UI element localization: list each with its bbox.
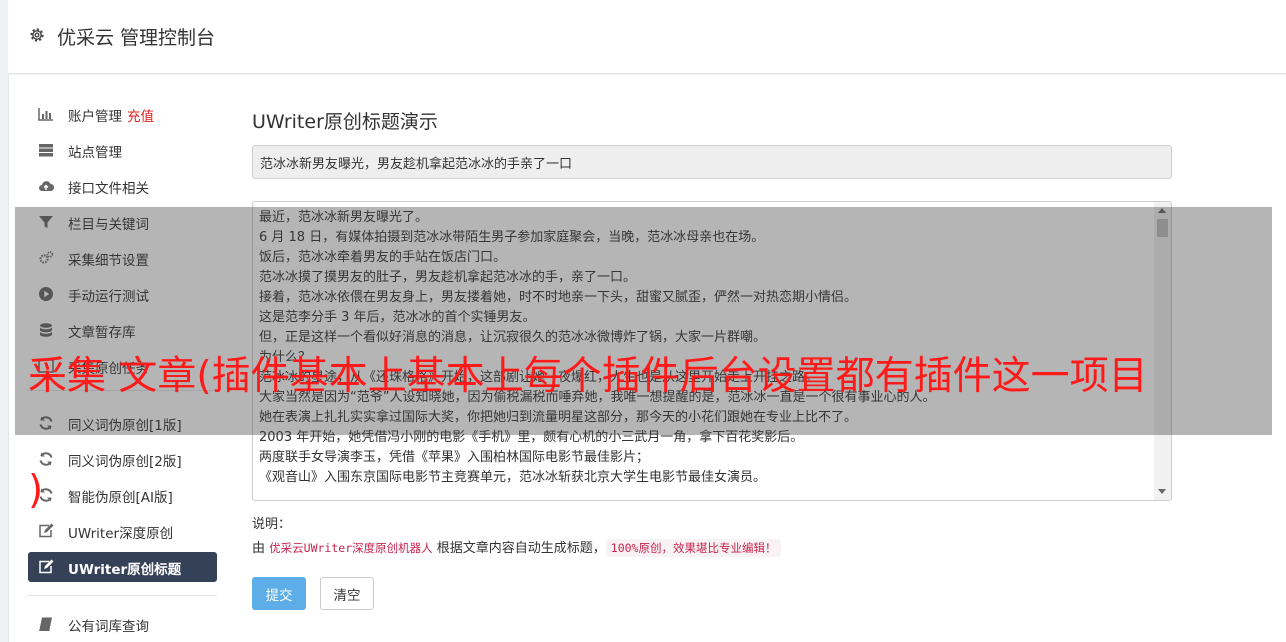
sidebar-item-public-lexicon[interactable]: 公有词库查询 — [28, 609, 217, 639]
note-label: 说明： — [252, 517, 292, 532]
sidebar-item-label: 采集细节设置 — [68, 253, 149, 269]
watermark-overlay-text: 采集 文章(插件基本上基本上每个插件后台设置都有插件这一项目 — [28, 354, 1148, 399]
sidebar-item-label: 同义词伪原创[2版] — [68, 454, 182, 470]
sidebar-item-article-store[interactable]: 文章暂存库 — [28, 315, 217, 345]
title-input[interactable] — [252, 145, 1172, 179]
note-prefix: 由 — [252, 541, 266, 556]
content-line: 饭后，范冰冰牵着男友的手站在饭店门口。 — [259, 250, 507, 265]
cogs-icon — [39, 251, 54, 264]
sidebar-item-label: UWriter深度原创 — [68, 526, 174, 542]
content-line: 这是范李分手 3 年后，范冰冰的首个实锤男友。 — [259, 310, 536, 325]
bar-chart-icon — [38, 108, 53, 121]
cloud-upload-icon — [39, 181, 54, 192]
content-line: 6 月 18 日，有媒体拍摄到范冰冰带陌生男子参加家庭聚会，当晚，范冰冰母亲也在… — [259, 230, 765, 245]
watermark-overlay-tail: ) — [28, 468, 44, 513]
sidebar-item-uwriter-deep[interactable]: UWriter深度原创 — [28, 516, 217, 546]
database-icon — [40, 323, 52, 337]
book-icon — [39, 617, 52, 631]
sidebar-item-collect-settings[interactable]: 采集细节设置 — [28, 243, 217, 273]
sidebar-item-synonym-v1[interactable]: 同义词伪原创[1版] — [28, 408, 217, 438]
content-line: 最近，范冰冰新男友曝光了。 — [259, 210, 429, 225]
refresh-icon — [39, 452, 53, 466]
refresh-icon — [39, 416, 53, 430]
sidebar-item-account[interactable]: 账户管理 充值 — [28, 99, 217, 129]
sidebar-item-synonym-v2[interactable]: 同义词伪原创[2版] — [28, 444, 217, 474]
note-description: 由 优采云UWriter深度原创机器人 根据文章内容自动生成标题， 100%原创，… — [252, 537, 782, 557]
submit-button[interactable]: 提交 — [252, 577, 306, 610]
sidebar-item-label: 文章暂存库 — [68, 325, 136, 341]
content-line: 两度联手女导演李玉，凭借《苹果》入围柏林国际电影节最佳影片； — [259, 450, 650, 465]
top-header: 优采云 管理控制台 — [8, 0, 1286, 74]
sidebar-item-label: 同义词伪原创[1版] — [68, 418, 182, 434]
sidebar-item-label: 智能伪原创[AI版] — [68, 490, 173, 506]
scroll-up-arrow-icon[interactable] — [1158, 208, 1166, 213]
content-line: 她在表演上扎扎实实拿过国际大奖，你把她归到流量明星这部分，那今天的小花们跟她在专… — [259, 410, 858, 425]
content-line: 接着，范冰冰依偎在男友身上，男友搂着她，时不时地亲一下头，甜蜜又腻歪，俨然一对热… — [259, 290, 858, 305]
sidebar-item-label: 账户管理 — [68, 109, 122, 125]
filter-icon — [39, 216, 53, 228]
sidebar-item-sites[interactable]: 站点管理 — [28, 135, 217, 165]
sidebar-item-label: 公有词库查询 — [68, 619, 149, 635]
sidebar-item-label: 手动运行测试 — [68, 289, 149, 305]
textarea-scrollbar[interactable] — [1154, 202, 1171, 500]
recharge-link[interactable]: 充值 — [127, 109, 154, 125]
sidebar-item-interface-files[interactable]: 接口文件相关 — [28, 171, 217, 201]
scrollbar-thumb[interactable] — [1157, 219, 1168, 237]
sidebar-item-columns-keywords[interactable]: 栏目与关键词 — [28, 207, 217, 237]
gear-icon — [30, 28, 44, 42]
sidebar-item-label: 栏目与关键词 — [68, 217, 149, 233]
content-line: 范冰冰摸了摸男友的肚子，男友趁机拿起范冰冰的手，亲了一口。 — [259, 270, 637, 285]
sidebar-item-label: 站点管理 — [68, 145, 122, 161]
note-highlight: 100%原创，效果堪比专业编辑！ — [605, 539, 782, 557]
sidebar-item-label: 接口文件相关 — [68, 181, 149, 197]
note-mid: 根据文章内容自动生成标题， — [436, 541, 606, 556]
sidebar-item-manual-run[interactable]: 手动运行测试 — [28, 279, 217, 309]
sidebar-item-uwriter-title[interactable]: UWriter原创标题 — [28, 552, 217, 582]
sidebar-item-ai-rewrite[interactable]: 智能伪原创[AI版] — [28, 480, 217, 510]
page-title: UWriter原创标题演示 — [252, 111, 438, 133]
sidebar-item-label: UWriter原创标题 — [68, 562, 182, 578]
content-line: 《观音山》入围东京国际电影节主竞赛单元，范冰冰斩获北京大学生电影节最佳女演员。 — [259, 470, 767, 485]
note-product: 优采云UWriter深度原创机器人 — [269, 541, 433, 555]
scroll-down-arrow-icon[interactable] — [1158, 489, 1166, 494]
edit-icon — [39, 523, 54, 538]
content-line: 2003 年开始，她凭借冯小刚的电影《手机》里，颇有心机的小三武月一角，拿下百花… — [259, 430, 804, 445]
play-circle-icon — [39, 287, 53, 301]
sidebar-divider — [28, 595, 217, 596]
app-title: 优采云 管理控制台 — [57, 27, 216, 49]
edit-icon — [39, 559, 54, 574]
server-icon — [39, 144, 53, 157]
clear-button[interactable]: 清空 — [320, 577, 374, 610]
